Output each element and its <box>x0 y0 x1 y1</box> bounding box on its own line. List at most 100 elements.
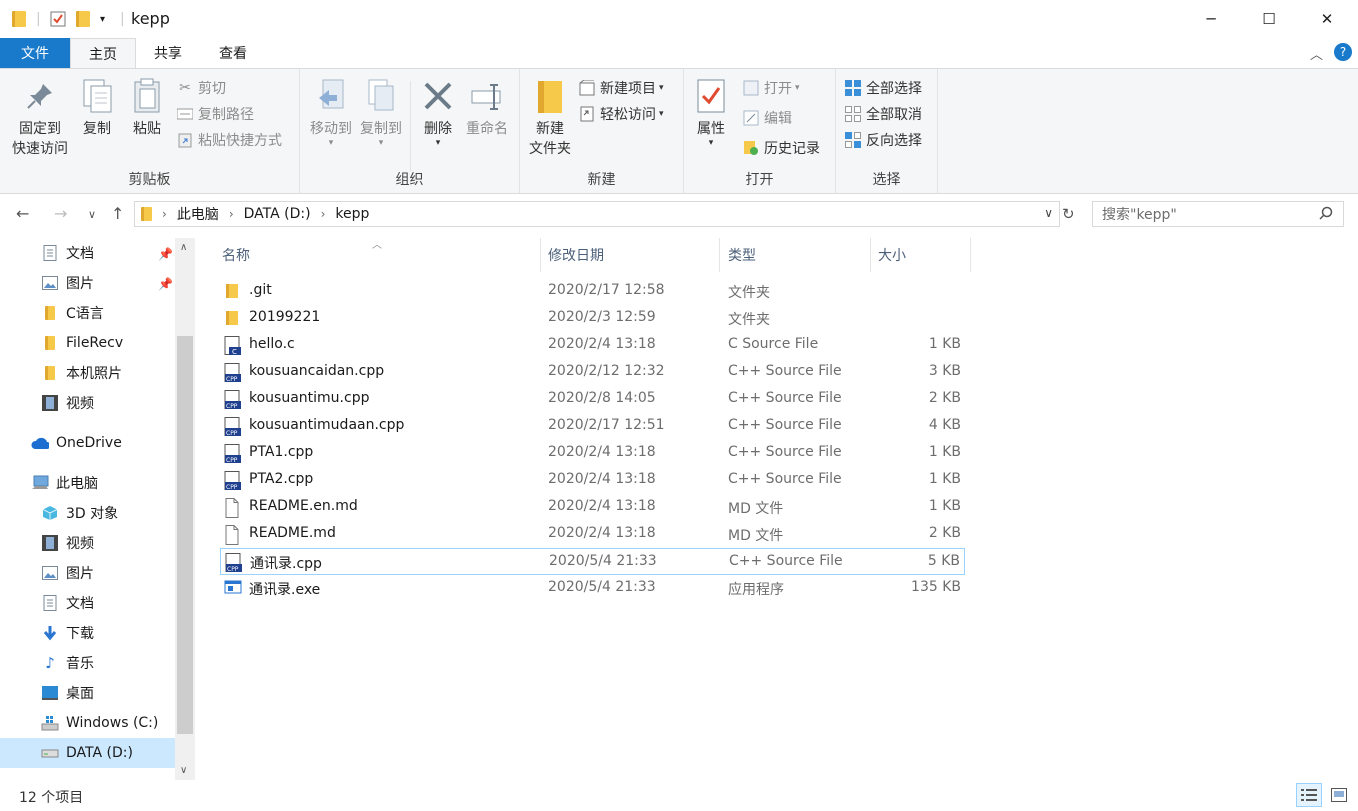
column-header-date[interactable]: 修改日期 <box>540 238 720 272</box>
sidebar-item-data-d[interactable]: DATA (D:) <box>0 738 175 768</box>
ribbon-tabs: 文件 主页 共享 查看 ︿ ? <box>0 38 1358 68</box>
customize-quick-access-icon[interactable]: ▾ <box>100 9 105 29</box>
maximize-button[interactable]: ☐ <box>1240 0 1298 38</box>
svg-text:CPP: CPP <box>226 403 238 410</box>
rename-button[interactable]: 重命名 <box>462 77 512 139</box>
sidebar-item-label: 3D 对象 <box>66 506 119 522</box>
sidebar-item-filerecv[interactable]: FileRecv <box>41 328 123 358</box>
minimize-button[interactable]: ─ <box>1182 0 1240 38</box>
select-none-label: 全部取消 <box>866 107 922 123</box>
sidebar-item-pictures[interactable]: 图片 <box>41 558 94 588</box>
paste-shortcut-button[interactable]: 粘贴快捷方式 <box>176 129 282 151</box>
properties-quick-icon[interactable] <box>50 9 66 29</box>
sidebar-item-documents[interactable]: 文档 <box>41 588 94 618</box>
address-dropdown-chevron-icon[interactable]: ∨ <box>1044 206 1053 220</box>
breadcrumb-this-pc[interactable]: 此电脑 <box>177 204 219 224</box>
tab-share[interactable]: 共享 <box>136 38 200 68</box>
file-row[interactable]: .git 2020/2/17 12:58 文件夹 <box>220 278 965 305</box>
sidebar-item-label: C语言 <box>66 306 104 322</box>
history-button[interactable]: 历史记录 <box>742 137 820 159</box>
details-view-icon[interactable] <box>1296 783 1322 807</box>
forward-arrow-icon[interactable]: → <box>54 204 67 223</box>
file-row[interactable]: README.en.md 2020/2/4 13:18 MD 文件 1 KB <box>220 494 965 521</box>
delete-button[interactable]: 删除 ▾ <box>416 77 460 148</box>
tab-home[interactable]: 主页 <box>70 38 136 68</box>
sidebar-item-c-language[interactable]: C语言 <box>41 298 104 328</box>
copy-button[interactable]: 复制 <box>76 77 118 139</box>
status-bar: 12 个项目 <box>0 780 1358 811</box>
invert-selection-button[interactable]: 反向选择 <box>844 129 922 151</box>
sidebar-item-pictures-quick[interactable]: 图片 <box>41 268 94 298</box>
file-row[interactable]: CPP kousuantimudaan.cpp 2020/2/17 12:51 C++… <box>220 413 965 440</box>
sidebar-item-label: 本机照片 <box>66 366 122 382</box>
sidebar-item-downloads[interactable]: 下载 <box>41 618 94 648</box>
file-row[interactable]: README.md 2020/2/4 13:18 MD 文件 2 KB <box>220 521 965 548</box>
recent-locations-chevron-icon[interactable]: ∨ <box>88 208 96 221</box>
file-row[interactable]: CPP kousuancaidan.cpp 2020/2/12 12:32 C++ S… <box>220 359 965 386</box>
file-date: 2020/2/4 13:18 <box>548 525 656 541</box>
copy-to-button[interactable]: 复制到 ▾ <box>356 77 406 148</box>
sidebar-item-onedrive[interactable]: OneDrive <box>31 428 122 458</box>
column-header-size[interactable]: 大小 <box>870 238 971 272</box>
file-row[interactable]: CPP PTA1.cpp 2020/2/4 13:18 C++ Source File… <box>220 440 965 467</box>
scrollbar-thumb[interactable] <box>177 336 193 734</box>
address-bar[interactable]: › 此电脑 › DATA (D:) › kepp ∨ <box>134 201 1060 227</box>
refresh-icon[interactable]: ↻ <box>1062 205 1075 223</box>
pinned-icon[interactable]: 📌 <box>158 247 173 261</box>
sidebar-item-music[interactable]: ♪ 音乐 <box>41 648 94 678</box>
back-arrow-icon[interactable]: ← <box>16 204 29 223</box>
scroll-up-arrow-icon[interactable]: ∧ <box>180 242 187 253</box>
cut-button[interactable]: ✂ 剪切 <box>176 77 226 99</box>
paste-button[interactable]: 粘贴 <box>126 77 168 139</box>
file-row[interactable]: 通讯录.exe 2020/5/4 21:33 应用程序 135 KB <box>220 575 965 602</box>
search-icon[interactable] <box>1319 206 1333 224</box>
copy-path-button[interactable]: 复制路径 <box>176 103 254 125</box>
tab-view[interactable]: 查看 <box>200 38 266 68</box>
file-row[interactable]: CPP PTA2.cpp 2020/2/4 13:18 C++ Source File… <box>220 467 965 494</box>
file-date: 2020/2/4 13:18 <box>548 336 656 352</box>
select-none-button[interactable]: 全部取消 <box>844 103 922 125</box>
address-folder-icon <box>141 207 152 221</box>
sidebar-item-this-pc[interactable]: 此电脑 <box>31 468 98 498</box>
column-header-name[interactable]: 名称 <box>214 238 541 272</box>
collapse-ribbon-icon[interactable]: ︿ <box>1310 44 1323 63</box>
sidebar-item-local-photos[interactable]: 本机照片 <box>41 358 122 388</box>
sidebar-item-documents-quick[interactable]: 文档 <box>41 238 94 268</box>
close-button[interactable]: ✕ <box>1298 0 1356 38</box>
scroll-down-arrow-icon[interactable]: ∨ <box>180 765 187 776</box>
pin-label-1: 固定到 <box>19 121 61 137</box>
sidebar-item-label: 此电脑 <box>56 476 98 492</box>
sidebar-item-windows-c[interactable]: Windows (C:) <box>41 708 158 738</box>
pinned-icon[interactable]: 📌 <box>158 277 173 291</box>
breadcrumb-kepp[interactable]: kepp <box>335 206 369 222</box>
easy-access-button[interactable]: 轻松访问 ▾ <box>578 103 664 125</box>
sidebar-item-3d-objects[interactable]: 3D 对象 <box>41 498 118 528</box>
large-icons-view-icon[interactable] <box>1326 783 1352 807</box>
move-to-button[interactable]: 移动到 ▾ <box>306 77 356 148</box>
sidebar-item-videos-quick[interactable]: 视频 <box>41 388 94 418</box>
tab-file[interactable]: 文件 <box>0 38 70 68</box>
help-icon[interactable]: ? <box>1334 43 1352 61</box>
file-row[interactable]: 20199221 2020/2/3 12:59 文件夹 <box>220 305 965 332</box>
file-row[interactable]: Chello.c 2020/2/4 13:18 C Source File 1 KB <box>220 332 965 359</box>
sidebar-item-desktop[interactable]: 桌面 <box>41 678 94 708</box>
sidebar-item-videos[interactable]: 视频 <box>41 528 94 558</box>
up-arrow-icon[interactable]: ↑ <box>111 204 124 223</box>
file-type: C++ Source File <box>729 553 843 569</box>
sidebar-scrollbar[interactable]: ∧ ∨ <box>175 238 195 780</box>
file-row[interactable]: CPP kousuantimu.cpp 2020/2/8 14:05 C++ Sour… <box>220 386 965 413</box>
pin-to-quick-access-button[interactable]: 固定到 快速访问 <box>8 77 72 159</box>
new-folder-quick-icon[interactable] <box>76 9 90 29</box>
search-input[interactable]: 搜索"kepp" <box>1092 201 1344 227</box>
edit-button[interactable]: 编辑 <box>742 107 792 129</box>
new-item-button[interactable]: 新建项目 ▾ <box>578 77 664 99</box>
open-button[interactable]: 打开 ▾ <box>742 77 800 99</box>
new-folder-icon <box>533 77 567 115</box>
file-row[interactable]: CPP 通讯录.cpp 2020/5/4 21:33 C++ Source File 5… <box>220 548 965 575</box>
column-header-type[interactable]: 类型 <box>720 238 871 272</box>
properties-button[interactable]: 属性 ▾ <box>690 77 732 148</box>
breadcrumb-data-drive[interactable]: DATA (D:) <box>244 206 311 222</box>
file-type: C++ Source File <box>728 390 842 406</box>
select-all-button[interactable]: 全部选择 <box>844 77 922 99</box>
new-folder-button[interactable]: 新建 文件夹 <box>526 77 574 159</box>
